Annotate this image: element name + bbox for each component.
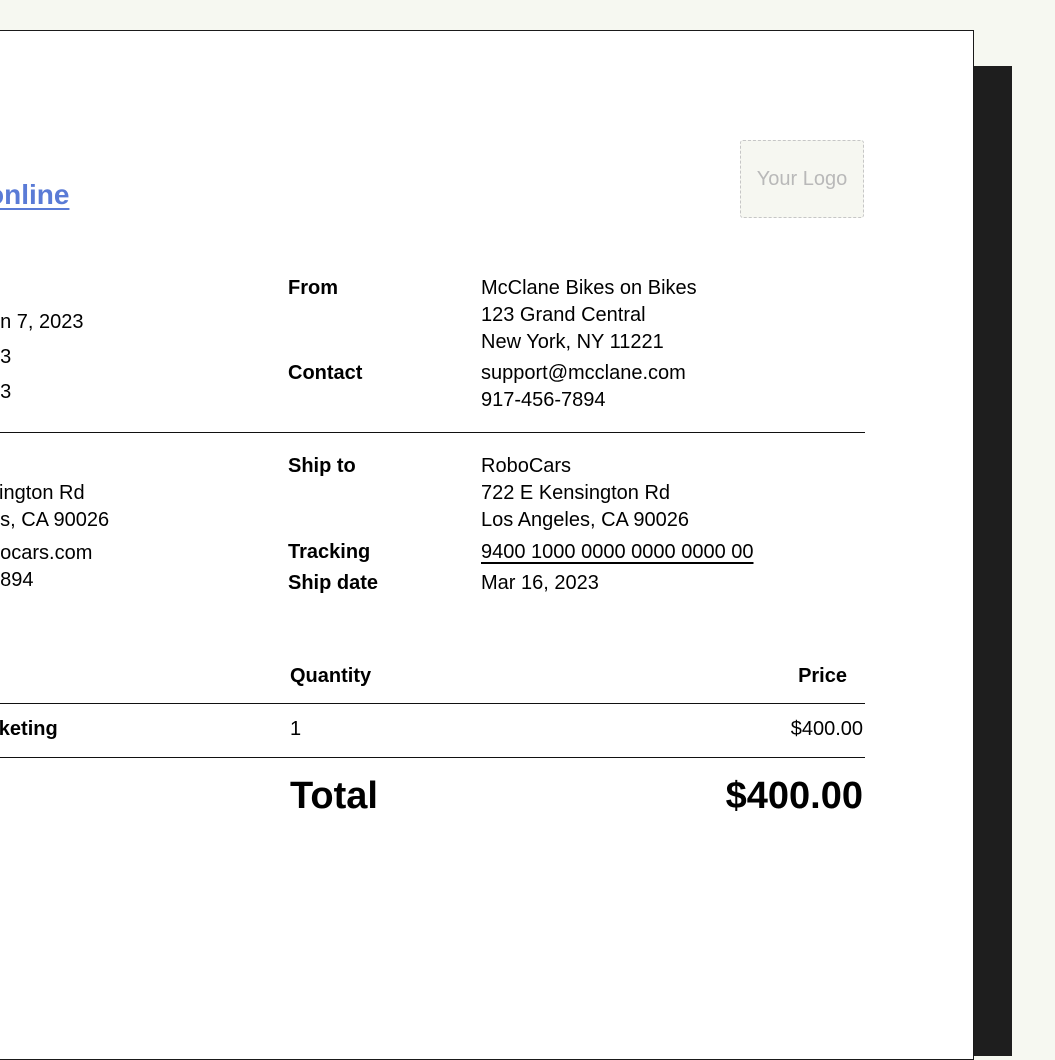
tracking-label: Tracking [288, 541, 371, 563]
contact-email: support@mcclane.com [481, 362, 686, 384]
due-date-value: 23 [0, 381, 12, 403]
from-city: New York, NY 11221 [481, 331, 664, 353]
section-divider [0, 432, 865, 433]
invoice-paper: online Your Logo un 7, 2023 23 23 singto… [0, 30, 974, 1060]
item-price: $400.00 [790, 718, 863, 740]
ship-to-name: RoboCars [481, 455, 572, 477]
bill-to-city: es, CA 90026 [0, 509, 110, 531]
quantity-header: Quantity [290, 665, 372, 687]
ship-date-label: Ship date [288, 572, 379, 594]
price-header: Price [798, 665, 847, 687]
bill-to-email: bocars.com [0, 542, 93, 564]
table-row-divider [0, 757, 865, 758]
bill-to-street: sington Rd [0, 482, 85, 504]
invoice-date-value: un 7, 2023 [0, 311, 84, 333]
contact-phone: 917-456-7894 [481, 389, 606, 411]
contact-label: Contact [288, 362, 363, 384]
ship-to-label: Ship to [288, 455, 356, 477]
ship-date-value: Mar 16, 2023 [481, 572, 599, 594]
total-label: Total [290, 775, 378, 817]
from-label: From [288, 277, 338, 299]
ship-to-city: Los Angeles, CA 90026 [481, 509, 689, 531]
logo-placeholder[interactable]: Your Logo [740, 140, 864, 218]
from-name: McClane Bikes on Bikes [481, 277, 697, 299]
from-street: 123 Grand Central [481, 304, 646, 326]
item-description: rketing [0, 718, 58, 740]
total-amount: $400.00 [725, 775, 863, 817]
issue-date-value: 23 [0, 346, 12, 368]
bill-to-phone: 7894 [0, 569, 34, 591]
ship-to-street: 722 E Kensington Rd [481, 482, 671, 504]
table-header-divider [0, 703, 865, 704]
pay-online-link[interactable]: online [0, 179, 69, 211]
tracking-number-link[interactable]: 9400 1000 0000 0000 0000 00 [481, 539, 754, 566]
logo-placeholder-text: Your Logo [756, 167, 848, 190]
item-quantity: 1 [290, 718, 302, 740]
